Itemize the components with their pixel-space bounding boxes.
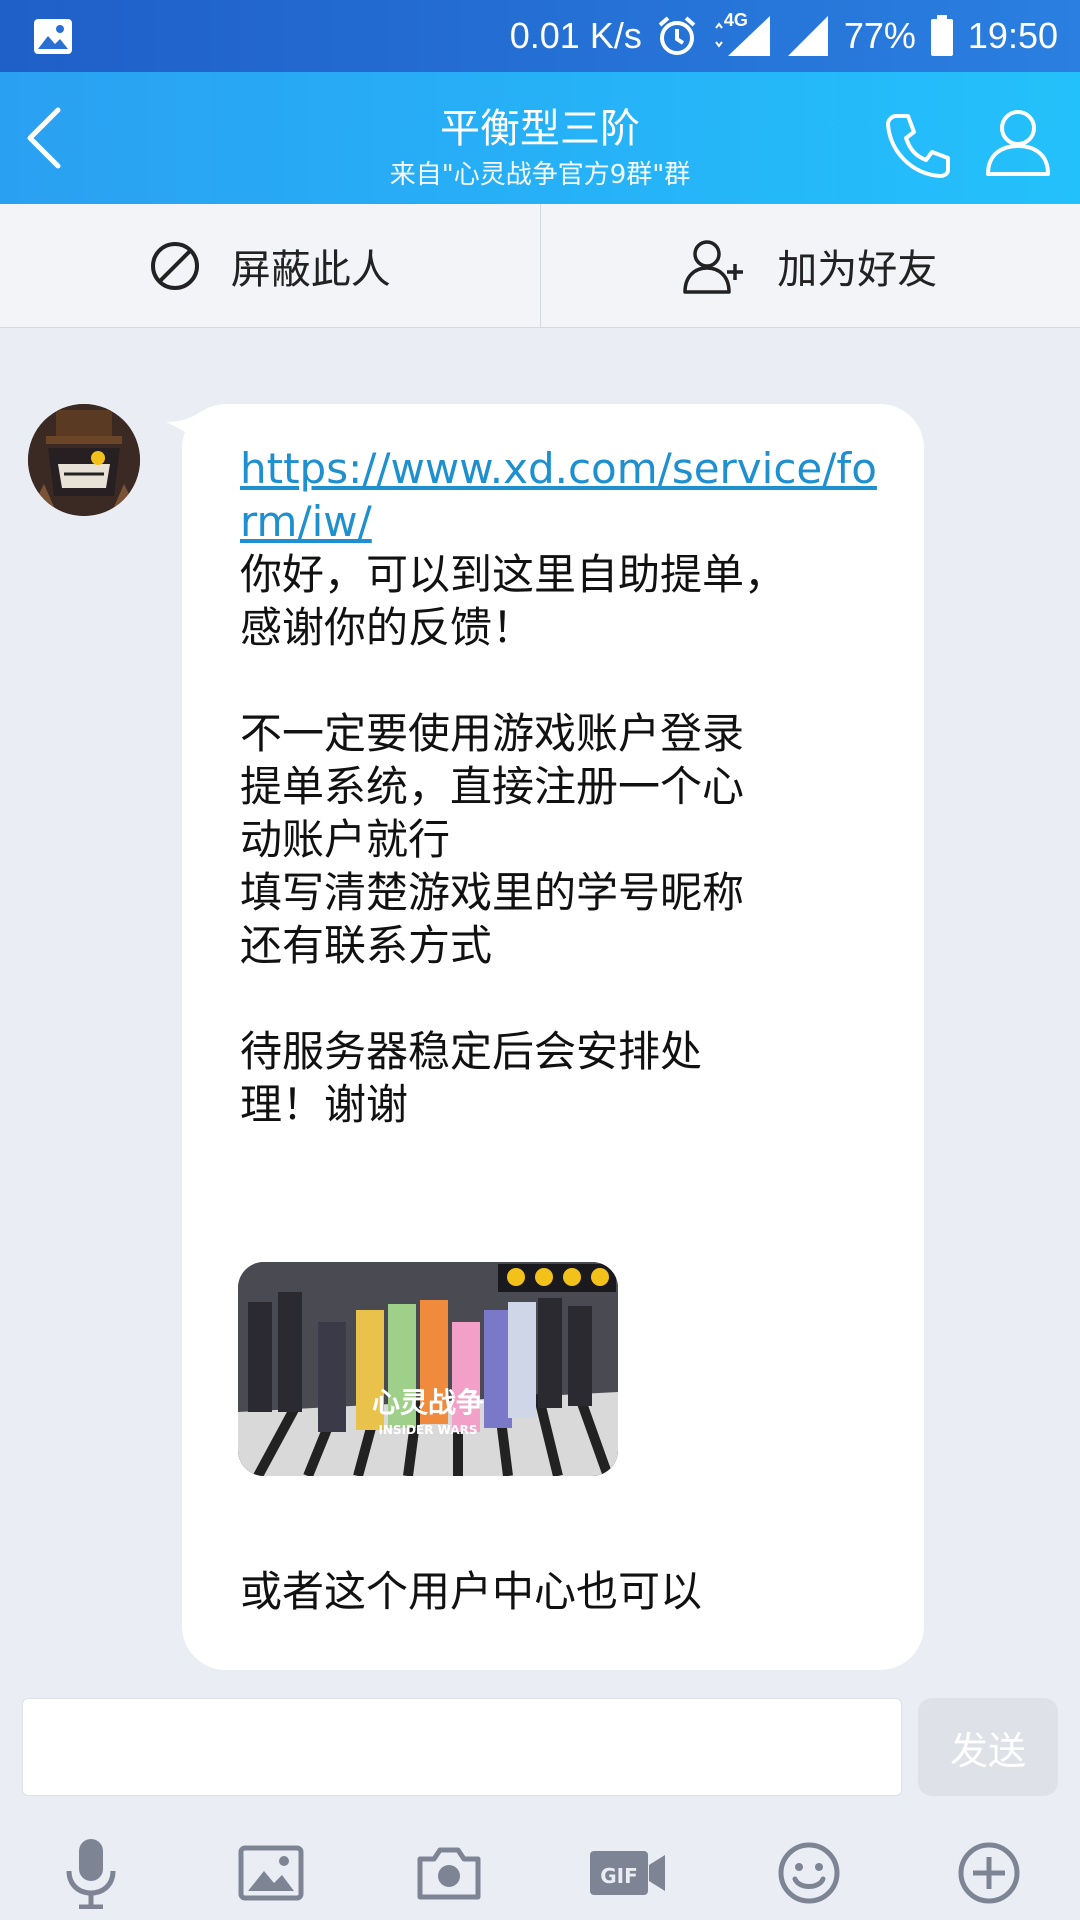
message-line: 理！谢谢 xyxy=(240,1080,409,1129)
avatar[interactable] xyxy=(28,404,140,516)
message-line xyxy=(240,654,880,707)
action-bar: 屏蔽此人 加为好友 xyxy=(0,204,1080,328)
profile-button[interactable] xyxy=(982,106,1054,178)
add-friend-label: 加为好友 xyxy=(777,246,938,293)
network-speed: 0.01 K/s xyxy=(509,15,642,56)
message-line: 提单系统，直接注册一个心 xyxy=(240,762,745,811)
emoji-button[interactable] xyxy=(764,1828,854,1918)
network-type: 4G xyxy=(723,10,748,30)
more-button[interactable] xyxy=(944,1828,1034,1918)
user-icon xyxy=(986,110,1050,176)
message-line xyxy=(240,972,880,1025)
svg-text:GIF: GIF xyxy=(600,1864,638,1888)
send-button[interactable]: 发送 xyxy=(918,1698,1058,1796)
header: 平衡型三阶 来自"心灵战争官方9群"群 xyxy=(0,72,1080,204)
message-last-line: 或者这个用户中心也可以 xyxy=(240,1567,703,1616)
battery-icon xyxy=(930,15,954,57)
service-link[interactable]: https://www.xd.com/service/form/iw/ xyxy=(240,442,880,548)
message-line: 感谢你的反馈！ xyxy=(240,603,535,652)
gallery-notification-icon xyxy=(33,18,73,55)
game-poster-image: 心灵战争 INSIDER WARS xyxy=(238,1262,618,1476)
emoji-icon xyxy=(778,1842,840,1904)
message-line: 填写清楚游戏里的学号昵称 xyxy=(240,868,745,917)
message-text: https://www.xd.com/service/form/iw/ 你好，可… xyxy=(240,442,880,1131)
camera-icon xyxy=(417,1847,481,1900)
message-line: 不一定要使用游戏账户登录 xyxy=(240,709,745,758)
plus-icon xyxy=(958,1842,1020,1904)
block-icon xyxy=(150,241,199,290)
input-toolbar: GIF xyxy=(0,1828,1080,1920)
gif-button[interactable]: GIF xyxy=(582,1828,672,1918)
camera-button[interactable] xyxy=(404,1828,494,1918)
gif-icon: GIF xyxy=(590,1851,665,1895)
poster-title: 心灵战争 xyxy=(372,1386,484,1419)
input-area: 发送 GIF xyxy=(0,1680,1080,1920)
image-button[interactable] xyxy=(226,1828,316,1918)
signal-icon xyxy=(786,14,830,58)
message-line: 还有联系方式 xyxy=(240,921,493,970)
microphone-icon xyxy=(66,1839,116,1909)
block-user-button[interactable]: 屏蔽此人 xyxy=(0,204,540,327)
image-icon xyxy=(238,1845,304,1901)
status-bar: 0.01 K/s 4G 77% 19:50 xyxy=(0,0,1080,72)
block-user-label: 屏蔽此人 xyxy=(230,246,391,293)
add-friend-button[interactable]: 加为好友 xyxy=(539,204,1080,327)
alarm-icon xyxy=(656,15,698,57)
signal-4g-icon: 4G xyxy=(712,10,772,58)
phone-icon xyxy=(886,114,950,178)
message-image[interactable]: 心灵战争 INSIDER WARS xyxy=(238,1262,618,1476)
message-line: 你好，可以到这里自助提单， xyxy=(240,550,787,599)
voice-button[interactable] xyxy=(46,1828,136,1918)
message-line: 待服务器稳定后会安排处 xyxy=(240,1027,703,1076)
message-line: 动账户就行 xyxy=(240,815,451,864)
avatar-character-icon xyxy=(28,404,140,516)
poster-subtitle: INSIDER WARS xyxy=(378,1423,477,1437)
call-button[interactable] xyxy=(882,108,954,180)
message-input[interactable] xyxy=(22,1698,902,1796)
battery-percent: 77% xyxy=(843,15,916,56)
add-user-icon xyxy=(683,239,744,294)
clock: 19:50 xyxy=(967,15,1058,56)
